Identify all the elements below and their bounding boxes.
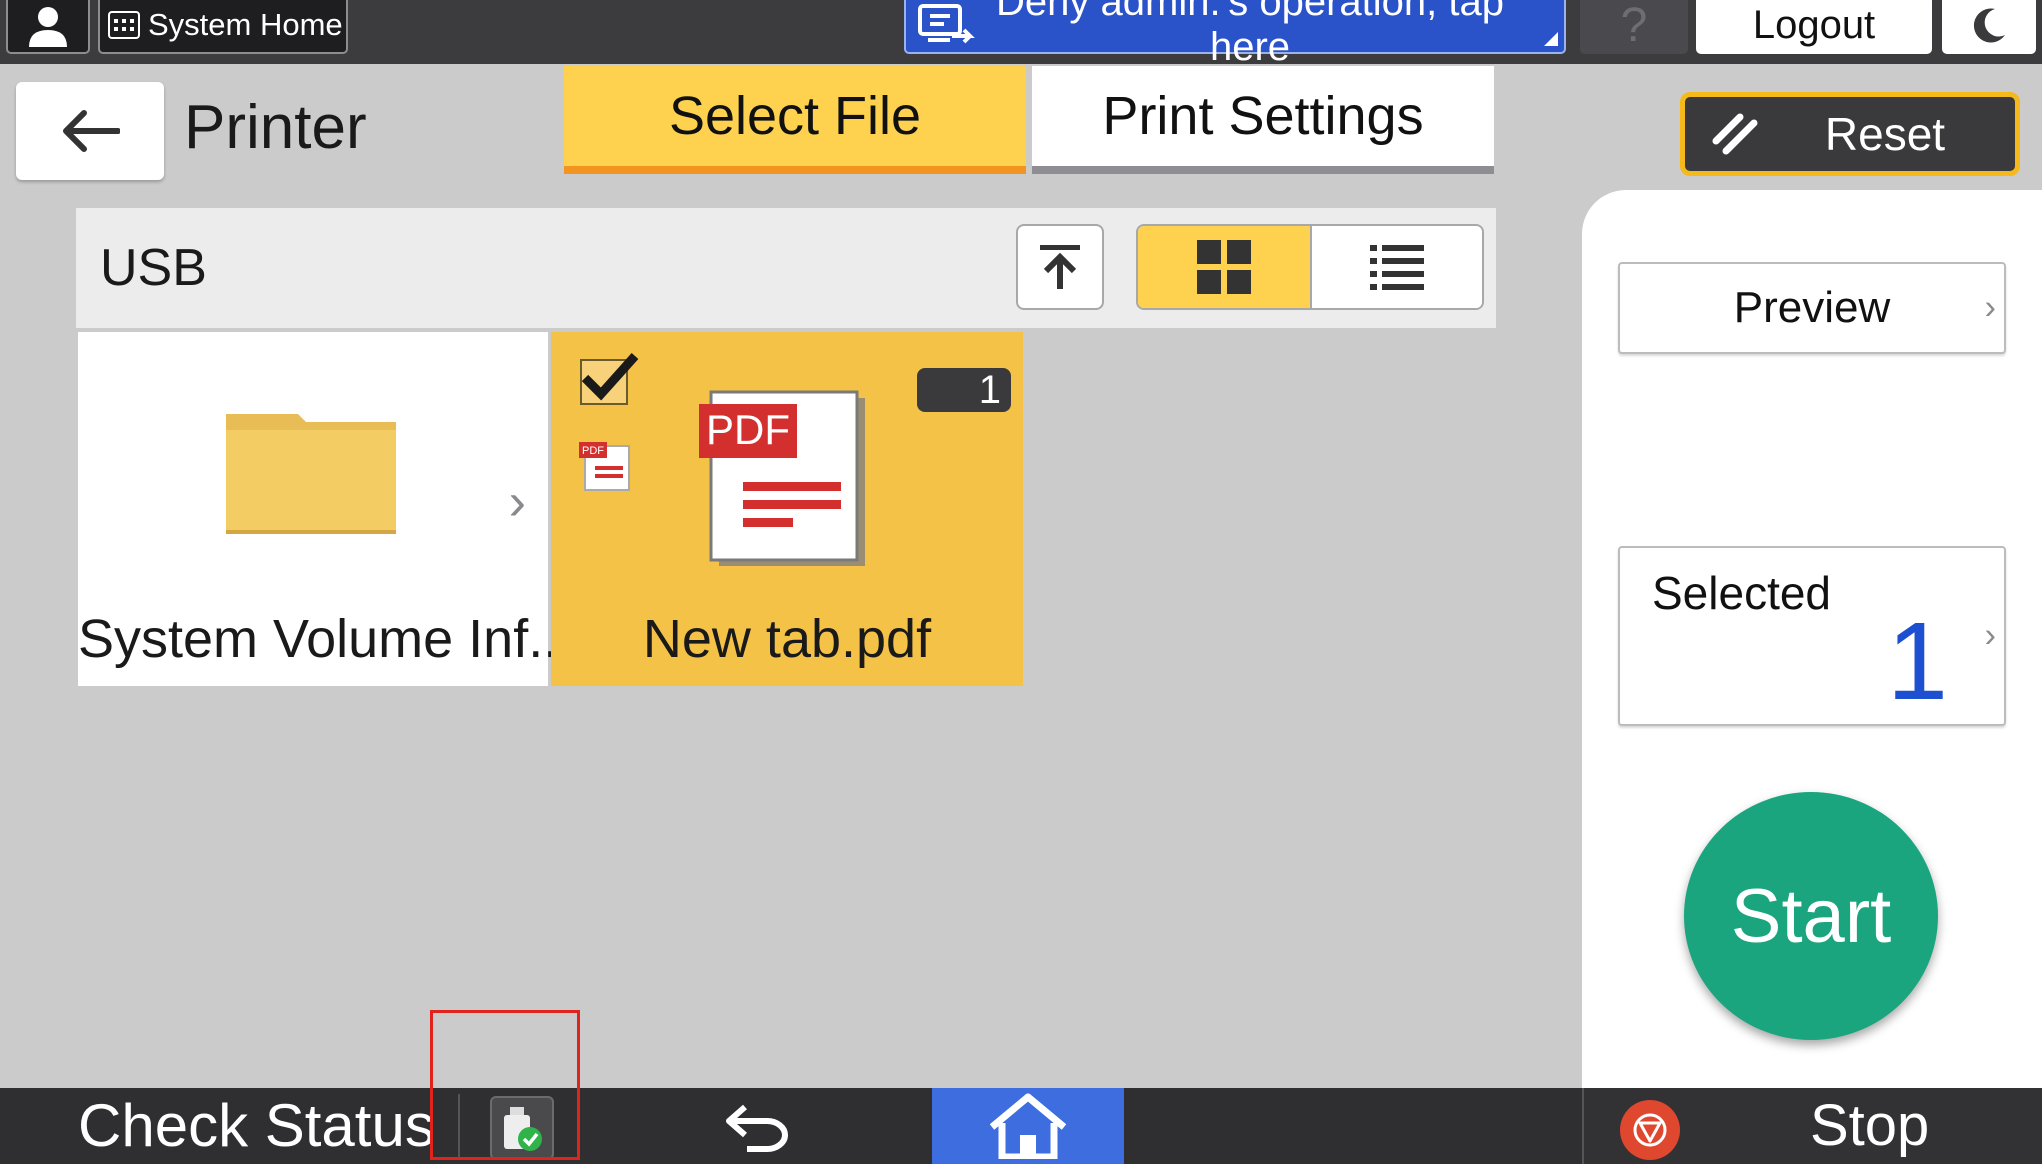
copies-badge: 1 — [917, 368, 1011, 412]
back-button[interactable] — [16, 82, 164, 180]
reset-button[interactable]: Reset — [1680, 92, 2020, 176]
preview-label: Preview — [1733, 283, 1891, 332]
preview-button[interactable]: Preview › — [1618, 262, 2006, 354]
page-title: Printer — [184, 93, 367, 162]
stop-button[interactable]: Stop — [1810, 1088, 1929, 1164]
pdf-small-icon: PDF — [579, 442, 630, 491]
user-account-button[interactable] — [6, 0, 90, 54]
arrow-left-icon — [63, 110, 120, 152]
start-label: Start — [1730, 873, 1892, 959]
return-button[interactable] — [712, 1092, 804, 1162]
energy-saver-button[interactable] — [1942, 0, 2036, 54]
folder-icon — [226, 414, 396, 534]
home-icon — [989, 1093, 1067, 1159]
chevron-right-icon: › — [1984, 288, 1996, 327]
file-name: System Volume Inf... — [78, 609, 574, 669]
start-button[interactable]: Start — [1684, 792, 1938, 1040]
help-label: ? — [1620, 0, 1648, 52]
selected-count: 1 — [1886, 600, 1948, 723]
user-icon — [29, 7, 67, 47]
tab-print-settings-label: Print Settings — [1102, 86, 1424, 146]
grid-view-button[interactable] — [1138, 226, 1312, 308]
selected-files-button[interactable]: Selected 1 › — [1618, 546, 2006, 726]
moon-icon — [1973, 8, 2005, 43]
reset-label: Reset — [1824, 108, 1946, 160]
chevron-right-icon: › — [1984, 616, 1996, 655]
file-tile-pdf[interactable]: PDF 1 PDF New tab.pdf — [551, 332, 1023, 686]
svg-text:PDF: PDF — [706, 406, 790, 453]
apps-grid-icon — [108, 11, 140, 39]
file-tile-folder[interactable]: › System Volume Inf... — [78, 332, 574, 686]
parent-folder-button[interactable] — [1016, 224, 1104, 310]
checkmark-icon — [580, 352, 639, 405]
logout-button[interactable]: Logout — [1696, 0, 1932, 54]
help-button[interactable]: ? — [1580, 0, 1688, 54]
grid-view-icon — [1197, 240, 1251, 294]
current-location-label: USB — [100, 239, 207, 297]
system-home-label: System Home — [148, 7, 343, 42]
deny-admin-notice: Deny admin.'s operation, tap here — [996, 0, 1504, 69]
home-button[interactable] — [932, 1088, 1124, 1164]
svg-text:PDF: PDF — [582, 445, 604, 457]
tab-select-file[interactable]: Select File — [564, 66, 1026, 174]
return-arrow-icon — [726, 1104, 788, 1152]
upload-up-arrow-icon — [1040, 245, 1080, 289]
file-name: New tab.pdf — [642, 609, 932, 669]
view-mode-toggle — [1136, 224, 1484, 310]
reset-icon — [1685, 111, 1785, 157]
deny-admin-operation-button[interactable]: Deny admin.'s operation, tap here — [904, 0, 1566, 69]
logout-label: Logout — [1752, 2, 1876, 47]
tab-print-settings[interactable]: Print Settings — [1032, 66, 1494, 174]
stop-symbol-icon — [1633, 1113, 1667, 1147]
remote-operation-icon — [918, 4, 975, 44]
tab-select-file-label: Select File — [668, 86, 922, 146]
system-home-button[interactable]: System Home — [98, 0, 348, 54]
highlight-box — [430, 1010, 580, 1160]
list-view-icon — [1370, 245, 1424, 290]
copies-count: 1 — [978, 368, 1001, 412]
selected-label: Selected — [1652, 567, 1832, 619]
chevron-right-icon: › — [508, 473, 526, 531]
check-status-button[interactable]: Check Status — [78, 1088, 435, 1164]
list-view-button[interactable] — [1312, 226, 1482, 308]
corner-indicator-icon — [1544, 32, 1558, 46]
pdf-file-icon: PDF — [699, 390, 865, 566]
stop-icon[interactable] — [1620, 1100, 1680, 1160]
